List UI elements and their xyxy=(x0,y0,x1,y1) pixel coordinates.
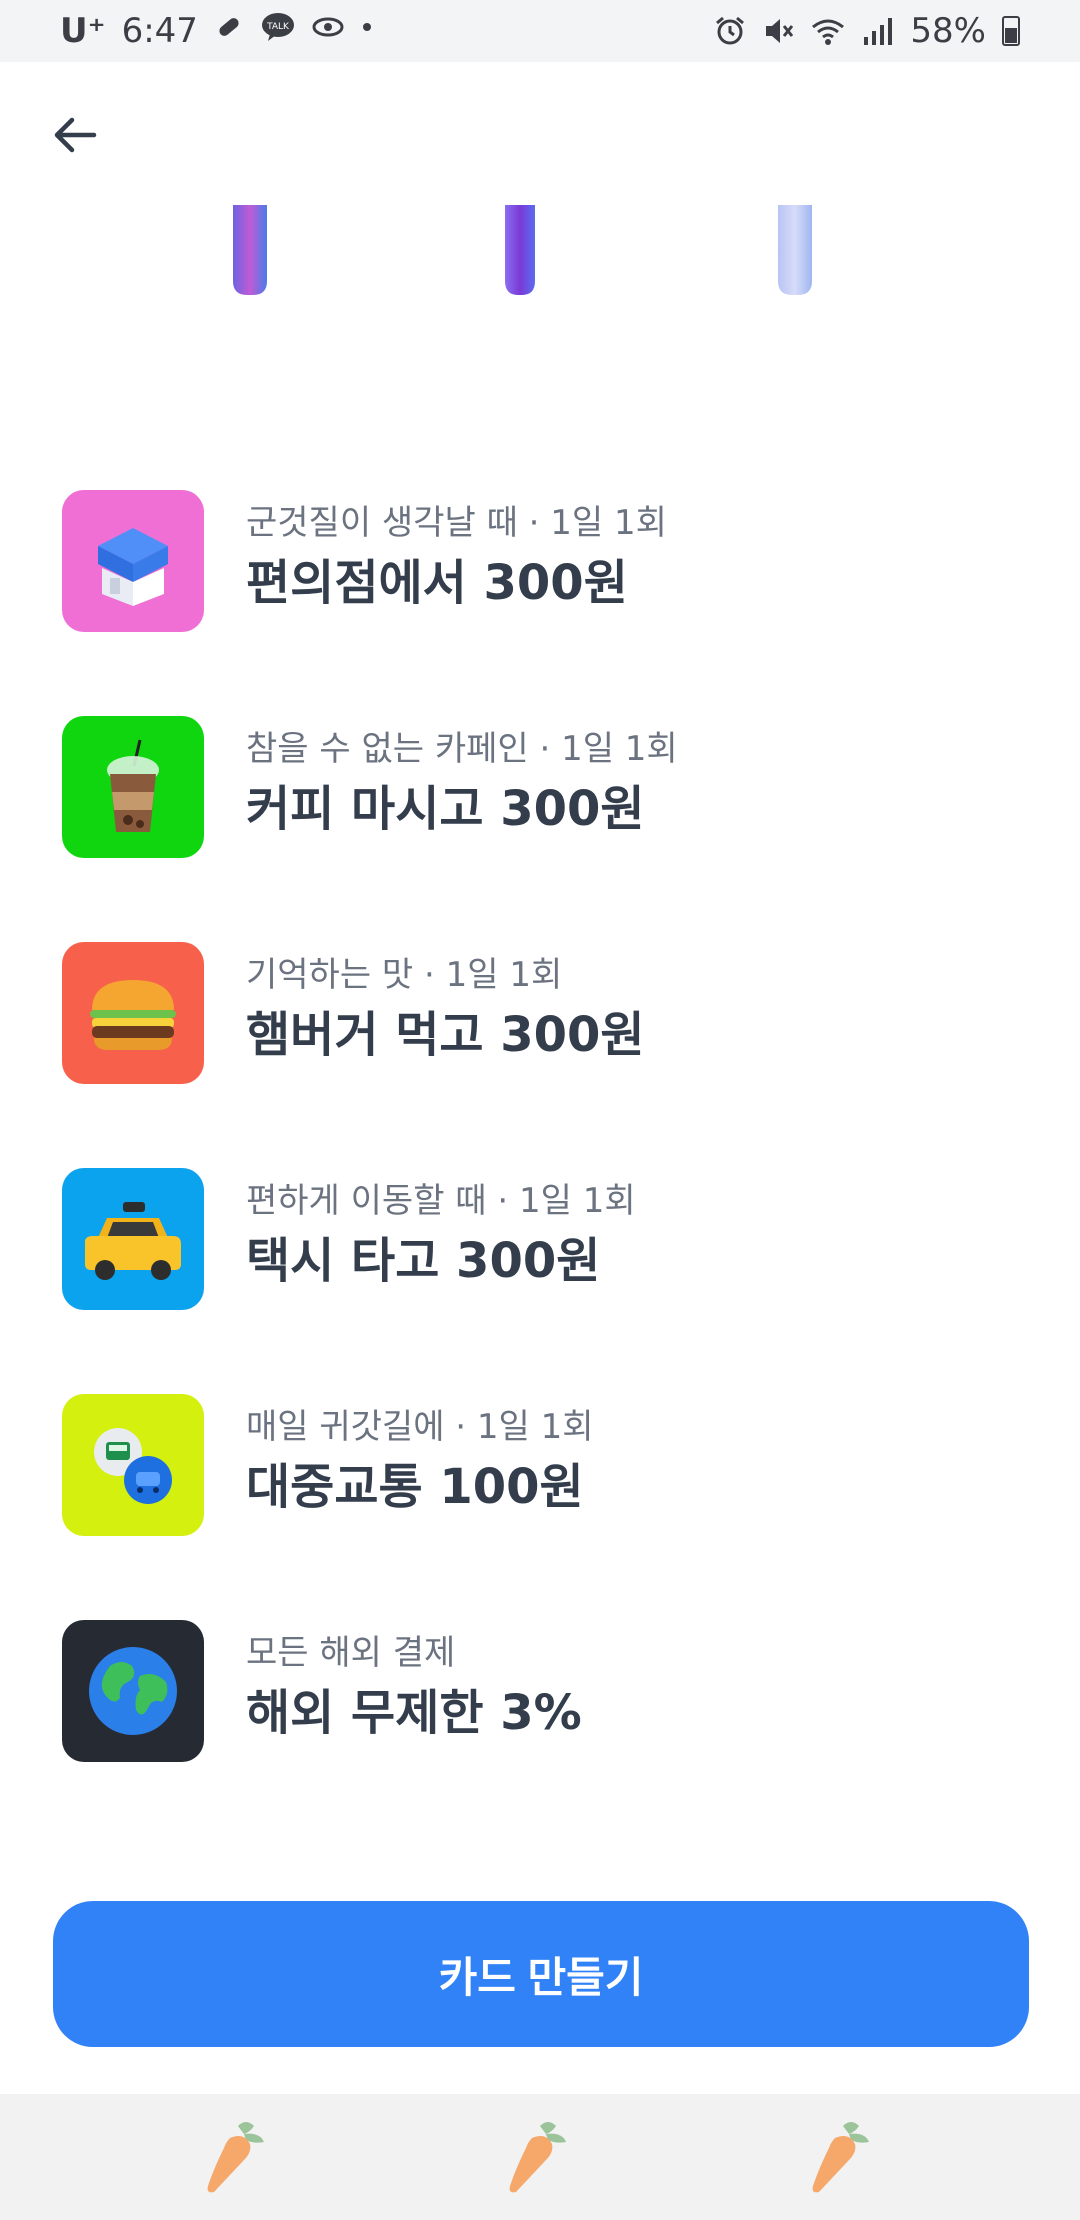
benefit-title: 대중교통 100원 xyxy=(246,1459,584,1515)
alarm-icon xyxy=(714,15,746,47)
status-bar: U⁺ 6:47 TALK 58% xyxy=(0,0,1080,62)
benefit-text: 모든 해외 결제 해외 무제한 3% xyxy=(246,1620,582,1746)
benefit-title: 편의점에서 300원 xyxy=(246,555,628,611)
wifi-icon xyxy=(810,15,846,47)
battery-icon xyxy=(1002,16,1020,46)
benefit-subtitle: 모든 해외 결제 xyxy=(246,1633,456,1673)
transit-icon xyxy=(62,1394,204,1536)
benefit-title: 택시 타고 300원 xyxy=(246,1233,601,1289)
benefit-item-taxi: 편하게 이동할 때 · 1일 1회 택시 타고 300원 xyxy=(62,1168,1022,1394)
carrot-icon xyxy=(502,2118,572,2202)
card-preview-2 xyxy=(505,205,539,295)
benefit-subtitle: 참을 수 없는 카페인 · 1일 1회 xyxy=(246,729,678,769)
globe-icon xyxy=(62,1620,204,1762)
benefit-subtitle: 매일 귀갓길에 · 1일 1회 xyxy=(246,1407,594,1447)
benefit-text: 기억하는 맛 · 1일 1회 햄버거 먹고 300원 xyxy=(246,942,645,1068)
taxi-icon xyxy=(62,1168,204,1310)
status-bar-left: U⁺ 6:47 TALK xyxy=(60,11,374,51)
back-arrow-icon xyxy=(54,117,97,153)
benefit-list: 군것질이 생각날 때 · 1일 1회 편의점에서 300원 참을 수 없는 카페… xyxy=(62,490,1022,1846)
carrot-icon xyxy=(200,2118,270,2202)
benefit-title: 커피 마시고 300원 xyxy=(246,781,645,837)
hamburger-icon xyxy=(62,942,204,1084)
benefit-item-hamburger: 기억하는 맛 · 1일 1회 햄버거 먹고 300원 xyxy=(62,942,1022,1168)
benefit-text: 참을 수 없는 카페인 · 1일 1회 커피 마시고 300원 xyxy=(246,716,678,842)
benefit-subtitle: 기억하는 맛 · 1일 1회 xyxy=(246,955,563,995)
card-preview-1 xyxy=(233,205,267,295)
status-bar-right: 58% xyxy=(714,11,1020,51)
benefit-text: 매일 귀갓길에 · 1일 1회 대중교통 100원 xyxy=(246,1394,594,1520)
clock: 6:47 xyxy=(121,11,198,51)
benefit-item-coffee: 참을 수 없는 카페인 · 1일 1회 커피 마시고 300원 xyxy=(62,716,1022,942)
signal-icon xyxy=(862,15,894,47)
bottom-decoration xyxy=(0,2094,1080,2220)
coffee-cup-icon xyxy=(62,716,204,858)
carrier-label: U⁺ xyxy=(60,11,106,51)
benefit-item-overseas: 모든 해외 결제 해외 무제한 3% xyxy=(62,1620,1022,1846)
svg-text:TALK: TALK xyxy=(266,22,290,32)
create-card-button[interactable]: 카드 만들기 xyxy=(53,1901,1029,2047)
carrot-icon xyxy=(805,2118,875,2202)
eye-icon xyxy=(312,12,344,50)
talk-icon: TALK xyxy=(260,12,296,50)
pill-icon xyxy=(214,12,244,50)
benefit-text: 편하게 이동할 때 · 1일 1회 택시 타고 300원 xyxy=(246,1168,636,1294)
benefit-subtitle: 군것질이 생각날 때 · 1일 1회 xyxy=(246,503,667,543)
benefit-text: 군것질이 생각날 때 · 1일 1회 편의점에서 300원 xyxy=(246,490,667,616)
card-preview-3 xyxy=(778,205,812,295)
benefit-item-convenience-store: 군것질이 생각날 때 · 1일 1회 편의점에서 300원 xyxy=(62,490,1022,716)
battery-percent: 58% xyxy=(910,11,986,51)
benefit-item-transit: 매일 귀갓길에 · 1일 1회 대중교통 100원 xyxy=(62,1394,1022,1620)
dot-icon xyxy=(360,12,374,50)
convenience-store-icon xyxy=(62,490,204,632)
benefit-title: 햄버거 먹고 300원 xyxy=(246,1007,645,1063)
benefit-title: 해외 무제한 3% xyxy=(246,1685,582,1741)
benefit-subtitle: 편하게 이동할 때 · 1일 1회 xyxy=(246,1181,636,1221)
mute-icon xyxy=(762,15,794,47)
back-button[interactable] xyxy=(40,100,110,170)
